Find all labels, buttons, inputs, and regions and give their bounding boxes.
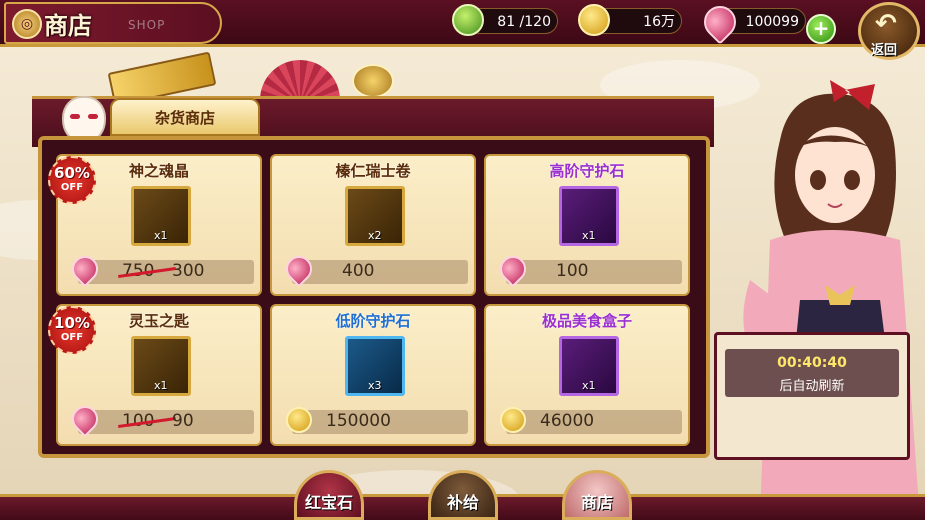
- discount-percent: 10%: [54, 314, 90, 332]
- coin-icon: [500, 407, 526, 433]
- gem-icon: [66, 250, 104, 288]
- nav-gems-label: 红宝石: [304, 493, 353, 512]
- title-plate: ◎ 商店 SHOP: [4, 2, 222, 44]
- item-name: 低阶守护石: [335, 312, 411, 330]
- refresh-label: 后自动刷新: [779, 379, 845, 394]
- nav-shop-label: 商店: [580, 493, 613, 512]
- gem-icon: [280, 250, 318, 288]
- swiss-roll-item-icon: x2: [345, 186, 405, 246]
- item-price: 300: [172, 261, 205, 281]
- discount-badge: 60% OFF: [48, 156, 96, 204]
- coin-icon: [578, 4, 610, 36]
- plus-icon: +: [812, 16, 830, 40]
- item-quantity: x3: [368, 379, 382, 392]
- gem-icon: [697, 0, 743, 45]
- gem-icon: [494, 250, 532, 288]
- back-label: 返回: [871, 43, 898, 58]
- item-price: 150000: [326, 411, 391, 431]
- gem-icon: [66, 400, 104, 438]
- stamina-icon: [452, 4, 484, 36]
- food-box-item-icon: x1: [559, 336, 619, 396]
- gem-value: 100099: [745, 14, 799, 30]
- low-guard-stone-item-icon: x3: [345, 336, 405, 396]
- item-price: 90: [172, 411, 194, 431]
- refresh-timer: 00:40:40: [777, 355, 847, 371]
- item-price: 100: [556, 261, 589, 281]
- coin-icon: [286, 407, 312, 433]
- item-quantity: x1: [154, 229, 168, 242]
- shop-item-card[interactable]: 极品美食盒子 x1 46000: [484, 304, 690, 446]
- high-guard-stone-item-icon: x1: [559, 186, 619, 246]
- discount-off-label: OFF: [60, 182, 84, 193]
- price-bar: 46000: [500, 407, 682, 434]
- discount-percent: 60%: [54, 164, 90, 182]
- add-gems-button[interactable]: +: [806, 14, 836, 44]
- item-name: 极品美食盒子: [541, 312, 632, 330]
- page-subtitle: SHOP: [128, 18, 166, 32]
- coin-value: 16万: [643, 14, 675, 30]
- crest-decoration: [352, 64, 394, 98]
- price-bar: 100: [494, 250, 682, 288]
- item-quantity: x1: [582, 379, 596, 392]
- discount-off-label: OFF: [60, 332, 84, 343]
- crystal-item-icon: x1: [131, 186, 191, 246]
- price-bar: 400: [280, 250, 468, 288]
- shop-screen: ◎ 商店 SHOP 81 /120 16万 100099 + ↶ 返回 杂货商店…: [0, 0, 925, 520]
- shop-item-card[interactable]: 高阶守护石 x1 100: [484, 154, 690, 296]
- back-arrow-icon: ↶: [875, 9, 897, 39]
- jade-key-item-icon: x1: [131, 336, 191, 396]
- discount-badge: 10% OFF: [48, 306, 96, 354]
- nav-shop-button[interactable]: 商店: [562, 470, 632, 520]
- stamina-value: 81 /120: [497, 14, 551, 30]
- shop-item-card[interactable]: 低阶守护石 x3 150000: [270, 304, 476, 446]
- tab-general-store[interactable]: 杂货商店: [110, 98, 260, 136]
- shop-item-card[interactable]: 榛仁瑞士卷 x2 400: [270, 154, 476, 296]
- shop-emblem-icon: ◎: [12, 9, 42, 39]
- nav-supply-label: 补给: [446, 493, 479, 512]
- top-bar: ◎ 商店 SHOP 81 /120 16万 100099: [0, 0, 925, 47]
- item-quantity: x1: [154, 379, 168, 392]
- page-title: 商店: [44, 12, 92, 40]
- item-name: 高阶守护石: [549, 162, 625, 180]
- price-bar: 100 90: [66, 400, 254, 438]
- refresh-panel: 00:40:40 后自动刷新: [714, 332, 910, 460]
- item-quantity: x2: [368, 229, 382, 242]
- item-name: 榛仁瑞士卷: [335, 162, 411, 180]
- price-bar: 750 300: [66, 250, 254, 288]
- item-quantity: x1: [582, 229, 596, 242]
- price-bar: 150000: [286, 407, 468, 434]
- back-button[interactable]: ↶ 返回: [858, 2, 920, 60]
- item-price: 46000: [540, 411, 595, 431]
- refresh-timer-box: 00:40:40 后自动刷新: [725, 349, 899, 397]
- item-price: 400: [342, 261, 375, 281]
